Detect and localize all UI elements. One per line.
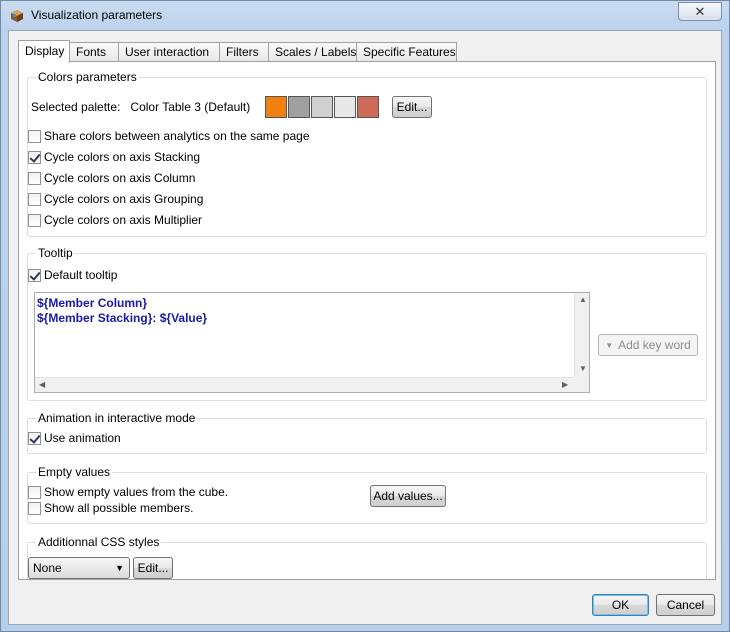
css-edit-label: Edit...: [137, 561, 169, 575]
title-bar[interactable]: Visualization parameters ✕: [1, 1, 729, 31]
palette-name: Color Table 3 (Default): [130, 100, 251, 114]
cycle-column-checkbox[interactable]: Cycle colors on axis Column: [28, 171, 195, 185]
scroll-down-icon[interactable]: ▼: [579, 365, 587, 373]
palette-swatches[interactable]: [265, 96, 381, 118]
checkbox-label: Cycle colors on axis Multiplier: [44, 213, 203, 227]
add-values-button[interactable]: Add values...: [370, 485, 446, 507]
palette-edit-label: Edit...: [396, 100, 428, 114]
chevron-down-icon: ▼: [605, 340, 614, 350]
vertical-scrollbar[interactable]: ▲ ▼: [574, 293, 589, 377]
cycle-multiplier-checkbox[interactable]: Cycle colors on axis Multiplier: [28, 213, 202, 227]
tooltip-value: ${Value}: [159, 311, 208, 325]
palette-swatch: [288, 96, 310, 118]
add-key-word-label: Add key word: [618, 338, 691, 352]
tooltip-line-2: ${Member Stacking}: ${Value}: [37, 311, 207, 326]
palette-swatch: [265, 96, 287, 118]
palette-swatch: [357, 96, 379, 118]
scrollbar-corner: [574, 377, 589, 392]
tab-scales-labels[interactable]: Scales / Labels: [268, 42, 357, 62]
cancel-button[interactable]: Cancel: [656, 594, 715, 616]
tooltip-group: Tooltip Default tooltip ${Member Column}…: [27, 246, 707, 401]
scroll-left-icon[interactable]: ◀: [39, 381, 45, 389]
chevron-down-icon: ▼: [115, 563, 124, 573]
display-tab-panel: Colors parameters Selected palette: Colo…: [18, 61, 716, 580]
tooltip-template-text: ${Member Column} ${Member Stacking}: ${V…: [37, 296, 207, 326]
palette-swatch: [334, 96, 356, 118]
cycle-stacking-checkbox[interactable]: Cycle colors on axis Stacking: [28, 150, 200, 164]
dialog-client: Display Fonts User interaction Filters S…: [8, 30, 722, 625]
empty-values-group: Empty values Show empty values from the …: [27, 465, 707, 524]
palette-row: Selected palette: Color Table 3 (Default…: [31, 96, 250, 118]
checkbox-icon: [28, 171, 41, 185]
show-empty-values-checkbox[interactable]: Show empty values from the cube.: [28, 485, 228, 499]
tooltip-separator: :: [152, 311, 160, 325]
checkbox-label: Default tooltip: [44, 268, 118, 282]
ok-button[interactable]: OK: [592, 594, 649, 616]
horizontal-scrollbar[interactable]: ◀ ▶: [35, 377, 575, 392]
scroll-right-icon[interactable]: ▶: [562, 381, 568, 389]
tab-display[interactable]: Display: [18, 40, 70, 63]
close-icon: ✕: [694, 4, 706, 19]
colors-group: Colors parameters Selected palette: Colo…: [27, 70, 707, 237]
checkbox-checked-icon: [28, 150, 41, 164]
empty-values-group-label: Empty values: [36, 465, 113, 479]
tooltip-key: ${Member Stacking}: [37, 311, 153, 325]
checkbox-checked-icon: [28, 268, 41, 282]
checkbox-icon: [28, 129, 41, 143]
palette-swatch: [311, 96, 333, 118]
use-animation-checkbox[interactable]: Use animation: [28, 431, 121, 445]
scroll-up-icon[interactable]: ▲: [579, 296, 587, 304]
checkbox-label: Use animation: [44, 431, 121, 445]
tab-user-interaction[interactable]: User interaction: [118, 42, 220, 62]
checkbox-icon: [28, 192, 41, 206]
add-values-label: Add values...: [373, 489, 443, 503]
checkbox-label: Show all possible members.: [44, 501, 194, 515]
add-key-word-button[interactable]: ▼ Add key word: [598, 334, 698, 356]
css-styles-group-label: Additionnal CSS styles: [36, 535, 162, 549]
app-icon: [11, 10, 23, 22]
cancel-label: Cancel: [666, 598, 705, 612]
css-style-combo[interactable]: None ▼: [28, 557, 130, 579]
checkbox-label: Cycle colors on axis Grouping: [44, 192, 204, 206]
checkbox-label: Cycle colors on axis Column: [44, 171, 196, 185]
selected-palette-label: Selected palette:: [31, 100, 121, 114]
ok-label: OK: [611, 598, 630, 612]
tooltip-template-textarea[interactable]: ${Member Column} ${Member Stacking}: ${V…: [34, 292, 590, 393]
animation-group-label: Animation in interactive mode: [36, 411, 198, 425]
animation-group: Animation in interactive mode Use animat…: [27, 411, 707, 454]
tab-filters[interactable]: Filters: [219, 42, 269, 62]
checkbox-icon: [28, 485, 41, 499]
tooltip-line-1: ${Member Column}: [37, 296, 148, 310]
css-style-selected: None: [33, 561, 62, 575]
window-title: Visualization parameters: [31, 8, 163, 22]
checkbox-label: Show empty values from the cube.: [44, 485, 229, 499]
checkbox-icon: [28, 501, 41, 515]
tab-fonts[interactable]: Fonts: [69, 42, 119, 62]
checkbox-icon: [28, 213, 41, 227]
palette-edit-button[interactable]: Edit...: [392, 96, 432, 118]
tab-specific-features[interactable]: Specific Features: [356, 42, 457, 62]
colors-group-label: Colors parameters: [36, 70, 139, 84]
share-colors-checkbox[interactable]: Share colors between analytics on the sa…: [28, 129, 310, 143]
cycle-grouping-checkbox[interactable]: Cycle colors on axis Grouping: [28, 192, 203, 206]
checkbox-checked-icon: [28, 431, 41, 445]
tooltip-group-label: Tooltip: [36, 246, 75, 260]
css-styles-group: Additionnal CSS styles None ▼ Edit...: [27, 535, 707, 579]
close-button[interactable]: ✕: [678, 2, 722, 21]
checkbox-label: Cycle colors on axis Stacking: [44, 150, 201, 164]
dialog-window: Visualization parameters ✕ Display Fonts…: [0, 0, 730, 632]
default-tooltip-checkbox[interactable]: Default tooltip: [28, 268, 117, 282]
show-all-members-checkbox[interactable]: Show all possible members.: [28, 501, 193, 515]
checkbox-label: Share colors between analytics on the sa…: [44, 129, 310, 143]
css-edit-button[interactable]: Edit...: [133, 557, 173, 579]
